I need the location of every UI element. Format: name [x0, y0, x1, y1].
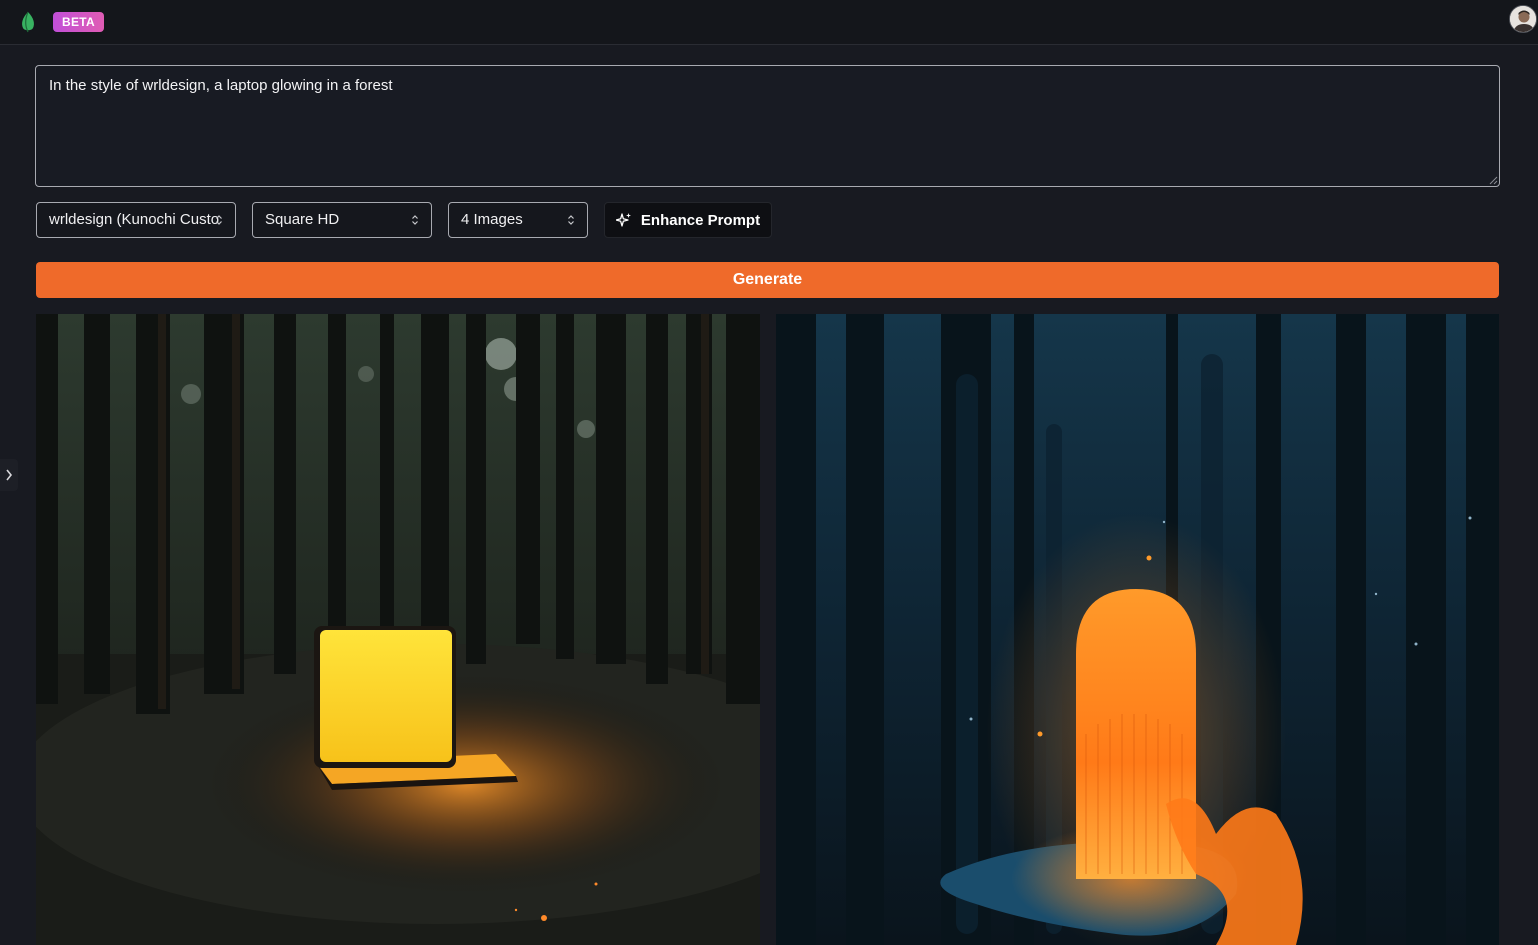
select-caret-icon [216, 215, 222, 225]
select-caret-icon [568, 215, 574, 225]
sidebar-expand-button[interactable] [0, 459, 18, 491]
leaf-logo-icon[interactable] [19, 11, 37, 33]
beta-badge: BETA [53, 12, 104, 32]
generated-image-2[interactable] [776, 314, 1499, 945]
select-caret-icon [412, 215, 418, 225]
chevron-right-icon [6, 469, 13, 481]
top-bar: BETA [0, 0, 1538, 45]
enhance-prompt-button[interactable]: Enhance Prompt [604, 202, 772, 238]
resize-grip-icon[interactable] [1488, 175, 1498, 185]
image-count-select-value: 4 Images [461, 211, 523, 228]
image-count-select[interactable]: 4 Images [448, 202, 588, 238]
user-avatar-icon[interactable] [1509, 5, 1537, 33]
laptop-forest-image [36, 314, 760, 945]
size-select[interactable]: Square HD [252, 202, 432, 238]
generate-button[interactable]: Generate [36, 262, 1499, 298]
enhance-prompt-label: Enhance Prompt [640, 211, 761, 229]
prompt-input[interactable]: In the style of wrldesign, a laptop glow… [35, 65, 1500, 187]
style-select[interactable]: wrldesign (Kunochi Custo [36, 202, 236, 238]
glowing-arch-forest-image [776, 314, 1499, 945]
generate-label: Generate [732, 271, 803, 288]
style-select-value: wrldesign (Kunochi Custo [49, 211, 220, 228]
size-select-value: Square HD [265, 211, 340, 228]
sparkles-icon [615, 213, 631, 227]
generated-image-1[interactable] [36, 314, 760, 945]
